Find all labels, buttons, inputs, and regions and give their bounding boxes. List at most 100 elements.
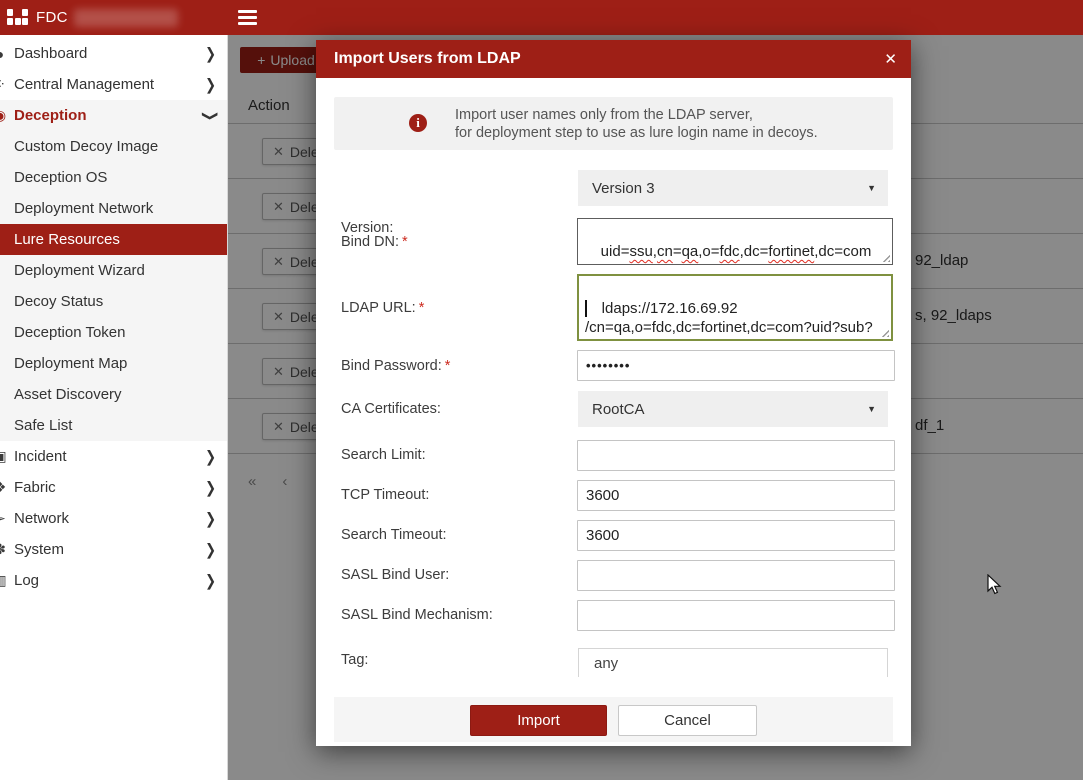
top-bar: FDC xyxy=(0,0,1083,35)
info-message-box: i Import user names only from the LDAP s… xyxy=(334,97,893,150)
sidebar-item-deception[interactable]: ◉ Deception ❯ xyxy=(0,100,227,131)
sidebar-item-asset-discovery[interactable]: Asset Discovery xyxy=(0,379,227,410)
sasl-bind-user-input[interactable] xyxy=(577,560,895,591)
sidebar-item-network[interactable]: ➢ Network ❯ xyxy=(0,503,227,534)
sidebar-item-label: System xyxy=(14,541,64,558)
sidebar-item-deployment-network[interactable]: Deployment Network xyxy=(0,193,227,224)
sidebar-item-label: Deception OS xyxy=(14,169,107,186)
ldap-url-label: LDAP URL:* xyxy=(341,300,424,316)
tcp-timeout-input[interactable] xyxy=(577,480,895,511)
sidebar-item-label: Deployment Wizard xyxy=(14,262,145,279)
mouse-cursor xyxy=(984,574,1006,596)
modal-title: Import Users from LDAP xyxy=(334,50,521,68)
bind-password-label: Bind Password:* xyxy=(341,358,450,374)
sidebar-item-label: Incident xyxy=(14,448,67,465)
sidebar-item-label: Deception Token xyxy=(14,324,125,341)
fortinet-logo-icon xyxy=(7,9,28,26)
info-message-text: Import user names only from the LDAP ser… xyxy=(455,106,818,142)
sidebar-item-deception-os[interactable]: Deception OS xyxy=(0,162,227,193)
close-icon[interactable]: ✕ xyxy=(884,40,897,78)
cluster-icon: ⁘ xyxy=(0,76,9,93)
target-icon: ◉ xyxy=(0,107,9,124)
chevron-down-icon: ❯ xyxy=(201,110,220,121)
system-icon: ✽ xyxy=(0,541,9,558)
resize-handle[interactable] xyxy=(879,327,889,337)
sidebar-nav: ◕ Dashboard ❯ ⁘ Central Management ❯ ◉ D… xyxy=(0,35,228,780)
cancel-button[interactable]: Cancel xyxy=(618,705,757,736)
sasl-bind-mechanism-input[interactable] xyxy=(577,600,895,631)
dropdown-arrow-icon: ▼ xyxy=(867,404,876,414)
tcp-timeout-label: TCP Timeout: xyxy=(341,487,429,503)
ca-certificates-label: CA Certificates: xyxy=(341,401,441,417)
bind-password-input[interactable]: •••••••• xyxy=(577,350,895,381)
modal-header: Import Users from LDAP ✕ xyxy=(316,40,911,78)
sidebar-item-lure-resources[interactable]: Lure Resources xyxy=(0,224,227,255)
sidebar-item-deployment-wizard[interactable]: Deployment Wizard xyxy=(0,255,227,286)
chevron-right-icon: ❯ xyxy=(205,75,216,94)
bind-dn-label: Bind DN:* xyxy=(341,234,408,250)
sidebar-item-label: Dashboard xyxy=(14,45,87,62)
version-select[interactable]: Version 3 ▼ xyxy=(578,170,888,206)
chevron-right-icon: ❯ xyxy=(205,478,216,497)
sidebar-item-label: Decoy Status xyxy=(14,293,103,310)
sidebar-item-incident[interactable]: ▣ Incident ❯ xyxy=(0,441,227,472)
resize-handle[interactable] xyxy=(880,252,890,262)
sidebar-item-label: Safe List xyxy=(14,417,72,434)
sidebar-item-label: Network xyxy=(14,510,69,527)
deception-group: ◉ Deception ❯ Custom Decoy Image Decepti… xyxy=(0,100,227,441)
bind-dn-textarea[interactable]: uid=ssu,cn=qa,o=fdc,dc=fortinet,dc=com xyxy=(577,218,893,265)
sidebar-item-label: Deployment Network xyxy=(14,200,153,217)
text-caret xyxy=(585,300,587,317)
sidebar-item-label: Fabric xyxy=(14,479,56,496)
import-button[interactable]: Import xyxy=(470,705,607,736)
chevron-right-icon: ❯ xyxy=(205,540,216,559)
tag-label: Tag: xyxy=(341,652,368,668)
ca-certificates-select-value: RootCA xyxy=(592,401,645,418)
redacted-hostname xyxy=(74,9,178,27)
sidebar-item-decoy-status[interactable]: Decoy Status xyxy=(0,286,227,317)
password-dots: •••••••• xyxy=(586,358,630,373)
sidebar-item-deployment-map[interactable]: Deployment Map xyxy=(0,348,227,379)
incident-icon: ▣ xyxy=(0,448,9,465)
chevron-right-icon: ❯ xyxy=(205,44,216,63)
sidebar-item-system[interactable]: ✽ System ❯ xyxy=(0,534,227,565)
sidebar-item-label: Custom Decoy Image xyxy=(14,138,158,155)
sidebar-item-label: Asset Discovery xyxy=(14,386,122,403)
import-users-from-ldap-modal: Import Users from LDAP ✕ i Import user n… xyxy=(316,40,911,746)
ca-certificates-select[interactable]: RootCA ▼ xyxy=(578,391,888,427)
search-limit-input[interactable] xyxy=(577,440,895,471)
sasl-bind-user-label: SASL Bind User: xyxy=(341,567,449,583)
chevron-right-icon: ❯ xyxy=(205,509,216,528)
search-timeout-label: Search Timeout: xyxy=(341,527,447,543)
hamburger-menu-icon[interactable] xyxy=(238,10,257,25)
sidebar-item-safe-list[interactable]: Safe List xyxy=(0,410,227,441)
modal-footer: Import Cancel xyxy=(334,697,893,742)
brand-label: FDC xyxy=(36,9,68,26)
search-timeout-input[interactable] xyxy=(577,520,895,551)
fabric-icon: ❖ xyxy=(0,479,9,496)
sidebar-item-fabric[interactable]: ❖ Fabric ❯ xyxy=(0,472,227,503)
sidebar-item-label: Log xyxy=(14,572,39,589)
log-icon: ▥ xyxy=(0,572,9,589)
sidebar-item-deception-token[interactable]: Deception Token xyxy=(0,317,227,348)
search-limit-label: Search Limit: xyxy=(341,447,426,463)
sidebar-item-label: Deployment Map xyxy=(14,355,127,372)
sidebar-item-custom-decoy-image[interactable]: Custom Decoy Image xyxy=(0,131,227,162)
dropdown-arrow-icon: ▼ xyxy=(867,183,876,193)
sasl-bind-mechanism-label: SASL Bind Mechanism: xyxy=(341,607,493,623)
version-select-value: Version 3 xyxy=(592,180,655,197)
sidebar-item-label: Central Management xyxy=(14,76,154,93)
sidebar-item-central-management[interactable]: ⁘ Central Management ❯ xyxy=(0,69,227,100)
chevron-right-icon: ❯ xyxy=(205,571,216,590)
network-icon: ➢ xyxy=(0,510,9,527)
ldap-url-textarea[interactable]: ldaps://172.16.69.92 /cn=qa,o=fdc,dc=for… xyxy=(577,274,893,341)
sidebar-item-dashboard[interactable]: ◕ Dashboard ❯ xyxy=(0,38,227,69)
sidebar-item-log[interactable]: ▥ Log ❯ xyxy=(0,565,227,596)
info-icon: i xyxy=(409,114,427,132)
sidebar-item-label: Deception xyxy=(14,107,87,124)
sidebar-item-label: Lure Resources xyxy=(14,231,120,248)
tag-select[interactable]: any xyxy=(578,648,888,677)
chevron-right-icon: ❯ xyxy=(205,447,216,466)
tag-select-value: any xyxy=(594,655,618,672)
gauge-icon: ◕ xyxy=(0,46,9,62)
